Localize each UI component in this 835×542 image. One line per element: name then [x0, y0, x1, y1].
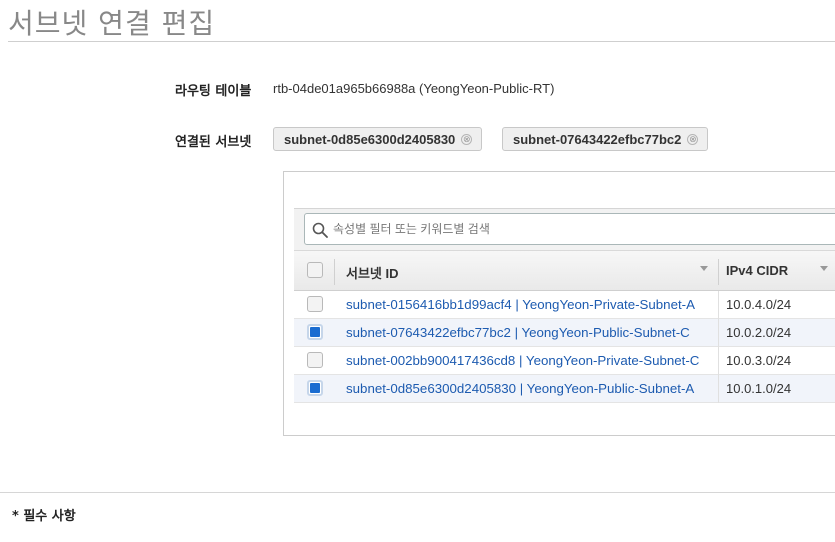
sort-icon[interactable] [700, 266, 708, 271]
subnet-token-2: subnet-07643422efbc77bc2 ⊗ [502, 127, 709, 151]
filter-bar [294, 208, 835, 250]
column-divider[interactable] [718, 259, 719, 285]
subnet-link[interactable]: subnet-0156416bb1d99acf4 | YeongYeon-Pri… [346, 297, 706, 312]
route-table-value: rtb-04de01a965b66988a (YeongYeon-Public-… [273, 81, 555, 96]
subnet-token-text: subnet-0d85e6300d2405830 [284, 132, 456, 147]
column-header-subnet-id[interactable]: 서브넷 ID [346, 263, 399, 282]
table-header: 서브넷 ID IPv4 CIDR [294, 250, 835, 291]
remove-token-icon[interactable]: ⊗ [687, 134, 699, 145]
subnet-selection-panel: 서브넷 ID IPv4 CIDR subnet-0156416bb1d99acf… [283, 171, 835, 436]
row-checkbox[interactable] [307, 324, 323, 340]
cidr-value: 10.0.1.0/24 [726, 381, 792, 396]
subnet-link[interactable]: subnet-0d85e6300d2405830 | YeongYeon-Pub… [346, 381, 706, 396]
subnet-link[interactable]: subnet-07643422efbc77bc2 | YeongYeon-Pub… [346, 325, 706, 340]
table-row[interactable]: subnet-0156416bb1d99acf4 | YeongYeon-Pri… [294, 291, 835, 319]
page-title: 서브넷 연결 편집 [8, 7, 216, 40]
cidr-value: 10.0.2.0/24 [726, 325, 792, 340]
search-icon [312, 222, 328, 238]
subnet-token-text: subnet-07643422efbc77bc2 [513, 132, 682, 147]
remove-token-icon[interactable]: ⊗ [461, 134, 473, 145]
column-divider [334, 259, 335, 285]
filter-box[interactable] [304, 213, 835, 245]
table-row[interactable]: subnet-07643422efbc77bc2 | YeongYeon-Pub… [294, 319, 835, 347]
row-checkbox[interactable] [307, 352, 323, 368]
cidr-value: 10.0.3.0/24 [726, 353, 792, 368]
row-checkbox[interactable] [307, 296, 323, 312]
subnet-link[interactable]: subnet-002bb900417436cd8 | YeongYeon-Pri… [346, 353, 706, 368]
column-divider [718, 375, 719, 403]
sort-icon[interactable] [820, 266, 828, 271]
cidr-value: 10.0.4.0/24 [726, 297, 792, 312]
required-note: * 필수 사항 [12, 509, 76, 524]
table-row[interactable]: subnet-0d85e6300d2405830 | YeongYeon-Pub… [294, 375, 835, 403]
column-divider [718, 319, 719, 347]
column-divider [718, 291, 719, 319]
footer-divider [0, 492, 835, 493]
column-header-ipv4-cidr[interactable]: IPv4 CIDR [726, 263, 788, 278]
route-table-label: 라우팅 테이블 [175, 84, 252, 99]
table-row[interactable]: subnet-002bb900417436cd8 | YeongYeon-Pri… [294, 347, 835, 375]
associated-subnets-label: 연결된 서브넷 [175, 135, 252, 150]
title-divider [8, 41, 835, 42]
row-checkbox[interactable] [307, 380, 323, 396]
select-all-checkbox[interactable] [307, 262, 323, 278]
subnet-token-1: subnet-0d85e6300d2405830 ⊗ [273, 127, 483, 151]
column-divider [718, 347, 719, 375]
filter-input[interactable] [333, 214, 833, 244]
